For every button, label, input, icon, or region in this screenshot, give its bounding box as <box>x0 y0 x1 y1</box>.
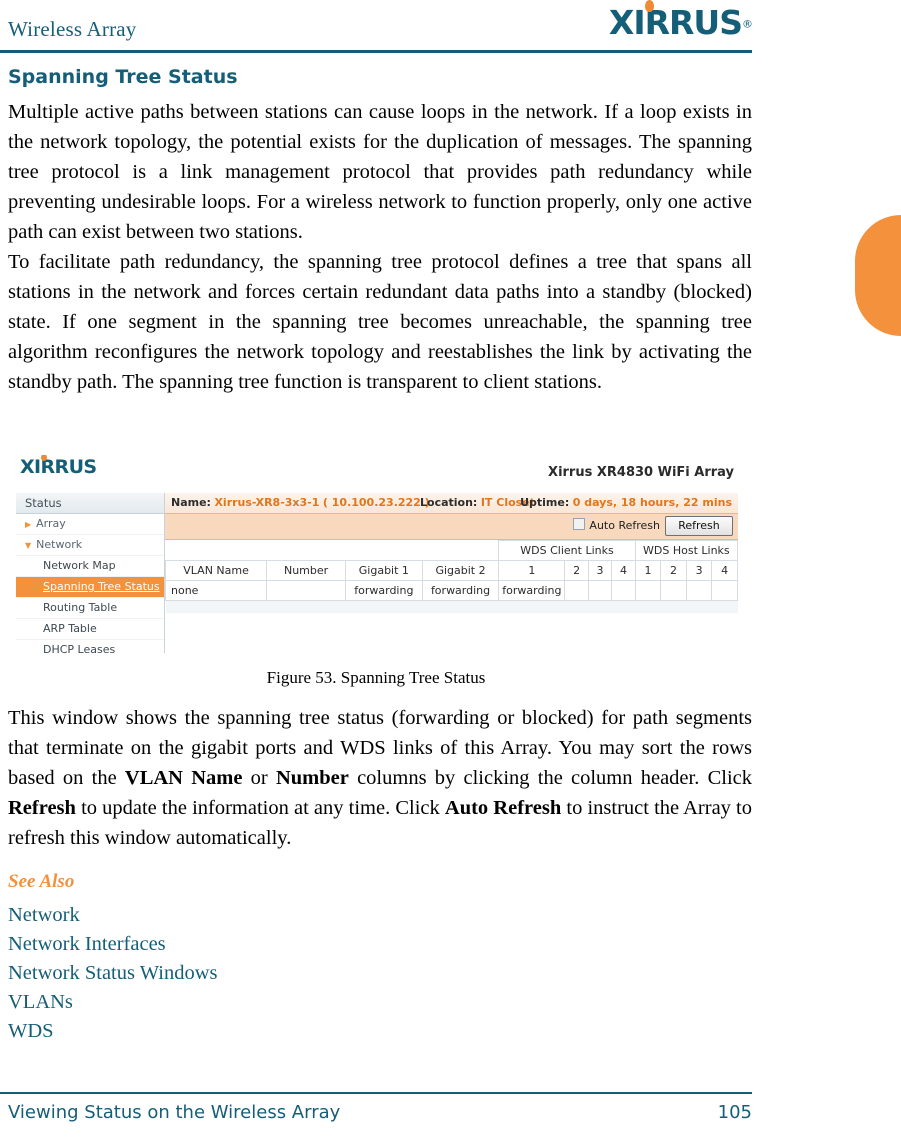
sidebar-item-network-map[interactable]: Network Map <box>16 556 164 577</box>
sidebar-group-array[interactable]: ▶ Array <box>16 514 164 535</box>
footer-divider-rule <box>0 1092 752 1094</box>
column-header-gigabit-2[interactable]: Gigabit 2 <box>421 560 500 581</box>
column-header-vlan-name[interactable]: VLAN Name <box>164 560 268 581</box>
column-header-wds-host-3[interactable]: 3 <box>685 560 713 581</box>
column-header-number[interactable]: Number <box>266 560 346 581</box>
page-header: Wireless Array XIRRUS® <box>0 0 901 58</box>
device-location-label: Location: <box>420 496 478 509</box>
column-header-wds-host-2[interactable]: 2 <box>660 560 687 581</box>
cell-number <box>266 580 346 601</box>
cell-vlan-name: none <box>164 580 268 601</box>
figure-content-pane: Name: Xirrus-XR8-3x3-1 ( 10.100.23.222 )… <box>164 493 738 653</box>
device-uptime-label: Uptime: <box>520 496 570 509</box>
figure-action-bar: Auto Refresh Refresh <box>165 514 738 540</box>
sidebar-item-spanning-tree-status[interactable]: Spanning Tree Status <box>16 577 164 598</box>
spanning-tree-table: WDS Client Links WDS Host Links VLAN Nam… <box>164 540 738 613</box>
figure-device-infobar: Name: Xirrus-XR8-3x3-1 ( 10.100.23.222 )… <box>165 493 738 514</box>
table-column-header-row: VLAN Name Number Gigabit 1 Gigabit 2 1 2… <box>164 560 738 581</box>
xirrus-logo-dot-icon <box>644 0 654 12</box>
column-header-wds-host-1[interactable]: 1 <box>634 560 662 581</box>
sidebar-group-network-label: Network <box>36 538 83 551</box>
figure-product-name: Xirrus XR4830 WiFi Array <box>548 465 734 480</box>
xirrus-logo-registered-mark: ® <box>742 17 753 31</box>
cell-wds-host-3 <box>685 580 713 601</box>
table-filler-row <box>165 600 738 613</box>
cell-wds-host-2 <box>660 580 687 601</box>
description-paragraph: This window shows the spanning tree stat… <box>8 703 752 853</box>
cell-gigabit-1: forwarding <box>345 580 423 601</box>
device-name-label: Name: <box>171 496 211 509</box>
cell-wds-client-1: forwarding <box>498 580 566 601</box>
sidebar-item-dhcp-leases[interactable]: DHCP Leases <box>16 640 164 653</box>
see-also-heading: See Also <box>8 871 75 892</box>
auto-refresh-control[interactable]: Auto Refresh <box>573 518 660 532</box>
header-divider-rule <box>0 50 752 53</box>
see-also-link-network-interfaces[interactable]: Network Interfaces <box>8 930 508 959</box>
figure-spanning-tree-status-screenshot: XIRRUS Xirrus XR4830 WiFi Array Status ▶… <box>16 455 738 653</box>
figure-xirrus-logo-wordmark: XIRRUS <box>20 456 97 478</box>
table-group-header-row: WDS Client Links WDS Host Links <box>165 540 738 561</box>
emphasized-term: Auto Refresh <box>444 797 562 819</box>
device-uptime-value: 0 days, 18 hours, 22 mins <box>572 496 732 509</box>
cell-wds-host-1 <box>634 580 662 601</box>
column-header-wds-client-1[interactable]: 1 <box>498 560 566 581</box>
table-row: none forwarding forwarding forwarding <box>164 580 738 601</box>
device-ip-value: ( 10.100.23.222 ) <box>322 496 430 509</box>
sidebar-header-status: Status <box>16 493 164 514</box>
table-group-header-wds-client-links: WDS Client Links <box>498 540 636 561</box>
column-header-gigabit-1[interactable]: Gigabit 1 <box>345 560 423 581</box>
cell-wds-client-3 <box>587 580 613 601</box>
page-title: Spanning Tree Status <box>8 66 238 88</box>
running-header-title: Wireless Array <box>8 17 137 41</box>
emphasized-term: VLAN Name <box>124 767 243 789</box>
auto-refresh-checkbox[interactable] <box>573 518 586 530</box>
see-also-list: Network Network Interfaces Network Statu… <box>8 901 508 1046</box>
intro-paragraph-2: To facilitate path redundancy, the spann… <box>8 251 752 393</box>
device-uptime-field: Uptime: 0 days, 18 hours, 22 mins <box>520 493 732 513</box>
sidebar-item-routing-table[interactable]: Routing Table <box>16 598 164 619</box>
emphasized-term: Number <box>275 767 349 789</box>
figure-app-topbar: XIRRUS Xirrus XR4830 WiFi Array <box>16 455 738 493</box>
table-group-header-wds-host-links: WDS Host Links <box>634 540 738 561</box>
xirrus-logo-wordmark: XIRRUS <box>608 3 743 42</box>
footer-title: Viewing Status on the Wireless Array <box>8 1102 341 1123</box>
table-group-header-blank <box>165 540 500 561</box>
page-edge-thumb-tab <box>855 215 901 336</box>
paragraph-run: or <box>242 767 276 789</box>
figure-xirrus-logo: XIRRUS <box>20 455 97 478</box>
cell-wds-host-4 <box>711 580 738 601</box>
column-header-wds-client-2[interactable]: 2 <box>564 560 589 581</box>
see-also-link-network-status-windows[interactable]: Network Status Windows <box>8 959 508 988</box>
figure-caption: Figure 53. Spanning Tree Status <box>266 668 486 687</box>
sidebar-group-array-label: Array <box>36 517 66 530</box>
figure-sidebar-nav: Status ▶ Array ▼ Network Network Map Spann… <box>16 493 165 653</box>
cell-wds-client-2 <box>564 580 589 601</box>
intro-paragraph-1: Multiple active paths between stations c… <box>8 101 752 243</box>
cell-gigabit-2: forwarding <box>421 580 500 601</box>
column-header-wds-client-3[interactable]: 3 <box>587 560 613 581</box>
table-filler-cell <box>165 600 738 613</box>
xirrus-logo: XIRRUS® <box>608 0 753 42</box>
sidebar-item-arp-table[interactable]: ARP Table <box>16 619 164 640</box>
paragraph-run: columns by clicking the column header. C… <box>348 767 752 789</box>
emphasized-term: Refresh <box>8 797 76 819</box>
footer-page-number: 105 <box>717 1102 752 1123</box>
cell-wds-client-4 <box>611 580 636 601</box>
see-also-link-network[interactable]: Network <box>8 901 508 930</box>
chevron-right-icon: ▶ <box>25 520 32 529</box>
auto-refresh-label: Auto Refresh <box>589 519 660 532</box>
column-header-wds-client-4[interactable]: 4 <box>611 560 636 581</box>
see-also-link-wds[interactable]: WDS <box>8 1017 508 1046</box>
sidebar-group-network[interactable]: ▼ Network <box>16 535 164 556</box>
see-also-link-vlans[interactable]: VLANs <box>8 988 508 1017</box>
device-name-field: Name: Xirrus-XR8-3x3-1 ( 10.100.23.222 ) <box>171 493 430 513</box>
device-name-value: Xirrus-XR8-3x3-1 <box>214 496 320 509</box>
device-location-field: Location: IT Closet <box>420 493 535 513</box>
chevron-down-icon: ▼ <box>25 541 32 550</box>
column-header-wds-host-4[interactable]: 4 <box>711 560 738 581</box>
paragraph-run: to update the information at any time. C… <box>75 797 445 819</box>
refresh-button[interactable]: Refresh <box>665 516 733 536</box>
